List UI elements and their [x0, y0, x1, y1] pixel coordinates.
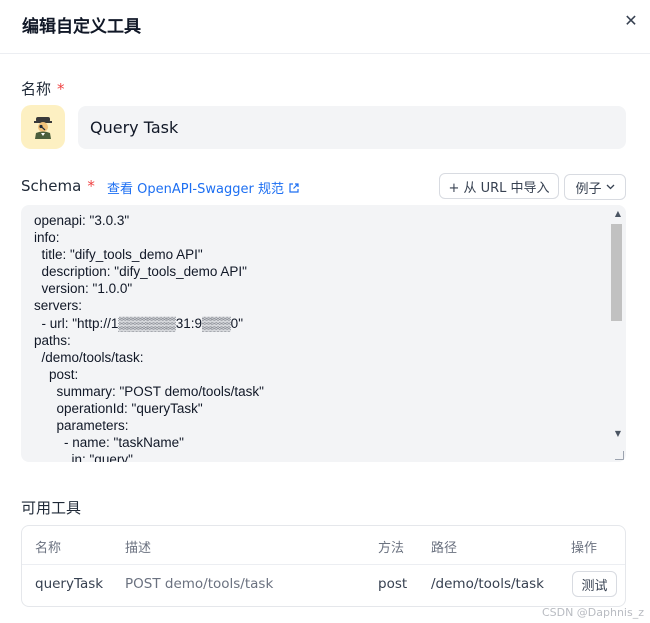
column-header-name: 名称 — [35, 541, 62, 556]
tools-table: 名称 描述 方法 路径 操作 queryTask POST demo/tools… — [21, 525, 626, 607]
schema-editor[interactable]: openapi: "3.0.3" info: title: "dify_tool… — [21, 205, 626, 462]
test-button[interactable]: 测试 — [572, 571, 617, 597]
emoji-avatar-icon[interactable] — [21, 105, 65, 149]
tool-description-cell: POST demo/tools/task — [125, 576, 274, 592]
column-header-action: 操作 — [571, 541, 598, 556]
tool-path-cell: /demo/tools/task — [431, 576, 544, 592]
schema-code[interactable]: openapi: "3.0.3" info: title: "dify_tool… — [34, 212, 264, 462]
openapi-spec-link-text: 查看 OpenAPI-Swagger 规范 — [107, 182, 284, 197]
tool-name-input[interactable]: Query Task — [78, 106, 626, 149]
required-mark: * — [87, 177, 95, 195]
watermark: CSDN @Daphnis_z — [541, 606, 644, 619]
examples-dropdown[interactable]: 例子 — [564, 174, 626, 200]
external-link-icon — [289, 182, 299, 193]
required-mark: * — [57, 80, 65, 98]
dialog-header: 编辑自定义工具 ✕ — [0, 0, 650, 54]
close-icon[interactable]: ✕ — [620, 10, 642, 32]
column-header-method: 方法 — [378, 541, 405, 556]
table-header: 名称 描述 方法 路径 操作 — [22, 526, 625, 565]
scrollbar-thumb[interactable] — [611, 224, 622, 321]
schema-label: Schema * — [21, 177, 95, 195]
import-from-url-button[interactable]: + 从 URL 中导入 — [439, 173, 559, 199]
column-header-path: 路径 — [431, 541, 458, 556]
tool-name-cell: queryTask — [35, 576, 104, 592]
tool-method-cell: post — [378, 576, 408, 592]
editor-scrollbar[interactable]: ▲ ▼ — [608, 205, 626, 462]
resize-handle-icon[interactable] — [615, 451, 624, 460]
openapi-spec-link[interactable]: 查看 OpenAPI-Swagger 规范 — [107, 178, 300, 197]
column-header-description: 描述 — [125, 541, 152, 556]
detective-emoji-icon — [34, 117, 52, 139]
name-label-text: 名称 — [21, 80, 52, 98]
scroll-up-icon[interactable]: ▲ — [615, 209, 621, 218]
examples-dropdown-label: 例子 — [575, 181, 602, 197]
tool-name-value: Query Task — [90, 118, 179, 137]
test-button-label: 测试 — [581, 578, 608, 594]
import-from-url-label: + 从 URL 中导入 — [448, 180, 550, 196]
chevron-down-icon — [606, 184, 614, 190]
name-label: 名称 * — [21, 78, 65, 99]
available-tools-label: 可用工具 — [21, 499, 82, 517]
schema-label-text: Schema — [21, 177, 82, 195]
dialog-title: 编辑自定义工具 — [22, 17, 141, 37]
scroll-down-icon[interactable]: ▼ — [615, 429, 621, 438]
